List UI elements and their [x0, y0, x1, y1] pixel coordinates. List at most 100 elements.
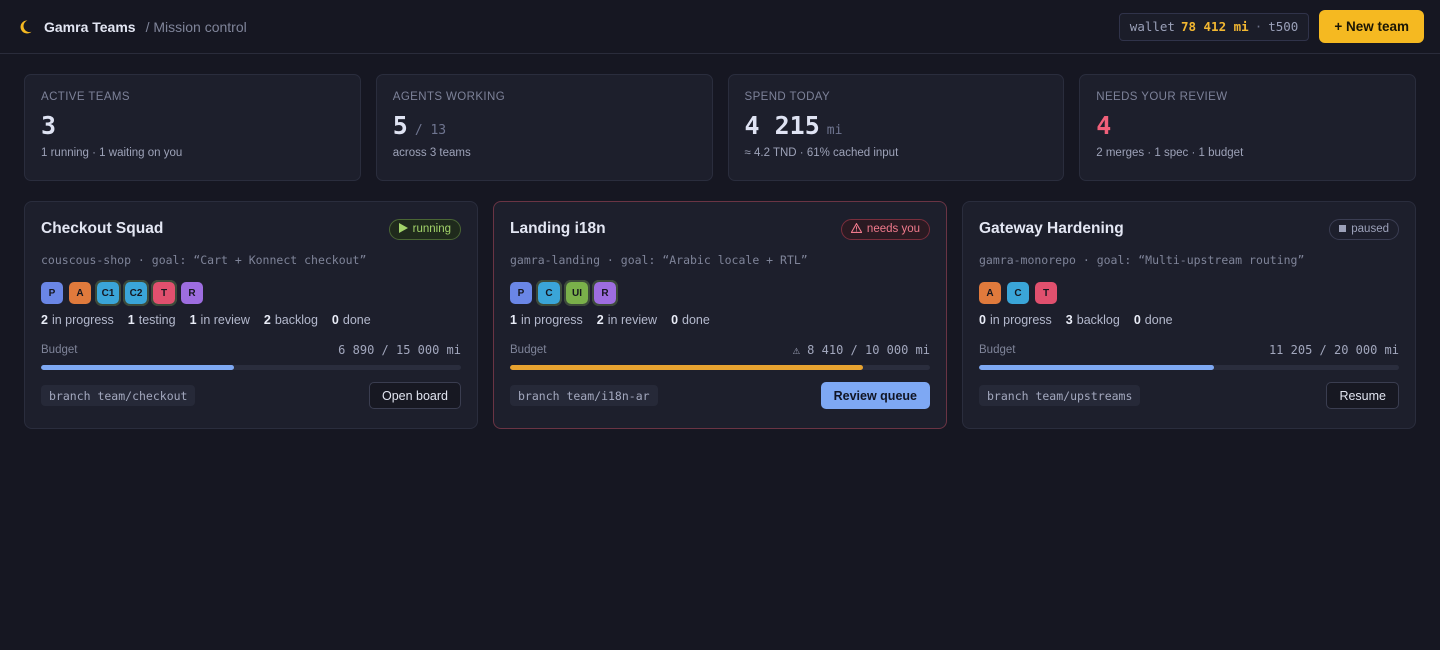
- team-title: Checkout Squad: [41, 220, 164, 237]
- stat-value: 4: [1096, 111, 1399, 141]
- team-cards: Checkout Squad running couscous-shop · g…: [0, 181, 1440, 429]
- task-count-number: 0: [671, 313, 679, 327]
- task-count-label: backlog: [274, 313, 318, 327]
- play-icon: [398, 222, 408, 236]
- agent-avatars: ACT: [979, 282, 1399, 304]
- agent-avatar[interactable]: C: [536, 280, 562, 306]
- resume-button[interactable]: Resume: [1326, 382, 1399, 409]
- task-count-label: in progress: [520, 313, 583, 327]
- budget-bar: [510, 365, 930, 370]
- task-count-label: in review: [200, 313, 250, 327]
- branch-tag: branch team/checkout: [41, 385, 196, 406]
- task-count-number: 2: [596, 313, 604, 327]
- task-count: 2 backlog: [264, 313, 318, 329]
- agent-avatar[interactable]: A: [979, 282, 1001, 304]
- stat-unit: / 13: [414, 123, 447, 138]
- status-badge: paused: [1329, 218, 1399, 240]
- open-board-button[interactable]: Open board: [368, 382, 461, 409]
- status-text: needs you: [866, 223, 920, 235]
- task-count-number: 1: [127, 313, 135, 327]
- status-text: running: [412, 223, 451, 235]
- agent-avatar[interactable]: R: [181, 282, 203, 304]
- budget-label: Budget: [41, 344, 78, 356]
- team-card-gateway-hardening[interactable]: Gateway Hardening paused gamra-monorepo …: [962, 201, 1416, 429]
- task-count-number: 0: [1133, 313, 1141, 327]
- task-count: 0 done: [332, 313, 371, 329]
- task-count: 1 testing: [128, 313, 176, 329]
- moon-icon: [17, 19, 33, 35]
- agent-avatar[interactable]: C2: [123, 280, 149, 306]
- task-count: 0 done: [1134, 313, 1173, 329]
- budget-bar-fill: [979, 365, 1215, 370]
- agent-avatar[interactable]: R: [592, 280, 618, 306]
- stat-label: Spend today: [744, 91, 831, 103]
- stat-unit: mi: [826, 123, 843, 138]
- branch-tag: branch team/upstreams: [979, 385, 1141, 406]
- task-counts: 0 in progress 3 backlog 0 done: [979, 313, 1399, 329]
- team-title: Landing i18n: [510, 220, 606, 237]
- task-count-number: 1: [510, 313, 517, 327]
- status-badge: needs you: [840, 218, 930, 240]
- agent-avatar[interactable]: C: [1007, 282, 1029, 304]
- task-count: 0 done: [671, 313, 710, 329]
- team-goal: gamra-landing · goal: “Arabic locale + R…: [510, 253, 808, 267]
- review-queue-button[interactable]: Review queue: [820, 382, 930, 409]
- agent-avatar[interactable]: A: [69, 282, 91, 304]
- budget-bar-fill: [510, 365, 864, 370]
- task-count-label: done: [1144, 313, 1173, 327]
- stat-needs-review[interactable]: Needs your review 4 2 merges · 1 spec · …: [1079, 74, 1416, 181]
- status-text: paused: [1351, 223, 1389, 235]
- wallet-balance: wallet 78 412 mi · t500: [1118, 12, 1310, 41]
- stat-number: 4: [1096, 111, 1112, 140]
- team-goal: gamra-monorepo · goal: “Multi-upstream r…: [979, 253, 1305, 267]
- budget-value: ⚠ 8 410 / 10 000 mi: [792, 343, 930, 357]
- stat-value: 4 215 mi: [745, 111, 1048, 141]
- stat-value: 3: [41, 111, 344, 141]
- team-card-landing-i18n[interactable]: Landing i18n needs you gamra-landing · g…: [493, 201, 947, 429]
- team-card-checkout-squad[interactable]: Checkout Squad running couscous-shop · g…: [24, 201, 478, 429]
- task-count: 0 in progress: [979, 313, 1052, 329]
- app-name: Gamra Teams: [44, 18, 136, 35]
- agent-avatar[interactable]: T: [151, 280, 177, 306]
- stats-row: Active teams 3 1 running · 1 waiting on …: [0, 54, 1440, 181]
- stat-label: Needs your review: [1096, 91, 1228, 103]
- stat-sub: across 3 teams: [392, 147, 471, 159]
- task-count-label: in review: [607, 313, 658, 327]
- budget-label: Budget: [979, 344, 1016, 356]
- stat-label: Active teams: [41, 91, 130, 103]
- task-count-label: done: [682, 313, 710, 327]
- task-count-label: done: [342, 313, 371, 327]
- stat-label: Agents working: [392, 91, 506, 103]
- new-team-button[interactable]: + New team: [1319, 10, 1424, 43]
- wallet-tier: t500: [1268, 19, 1299, 34]
- agent-avatar[interactable]: T: [1035, 282, 1057, 304]
- task-count-number: 2: [41, 313, 48, 327]
- stat-value: 5 / 13: [393, 111, 696, 141]
- task-count: 2 in review: [597, 313, 657, 329]
- stat-active-teams: Active teams 3 1 running · 1 waiting on …: [24, 74, 361, 181]
- task-count-number: 1: [189, 313, 197, 327]
- agent-avatar[interactable]: UI: [564, 280, 590, 306]
- task-counts: 1 in progress 2 in review 0 done: [510, 313, 930, 329]
- stat-number: 3: [41, 111, 57, 140]
- warning-icon: [850, 222, 863, 236]
- task-count-number: 3: [1065, 313, 1073, 327]
- task-count-label: in progress: [51, 313, 114, 327]
- task-count: 1 in progress: [510, 313, 583, 329]
- budget-bar: [979, 365, 1399, 370]
- team-title: Gateway Hardening: [979, 220, 1124, 237]
- task-count-label: backlog: [1076, 313, 1120, 327]
- breadcrumb: / Mission control: [145, 18, 247, 35]
- branch-tag: branch team/i18n-ar: [510, 385, 658, 406]
- wallet-amount: 78 412 mi: [1180, 19, 1249, 34]
- stat-sub: 2 merges · 1 spec · 1 budget: [1096, 147, 1244, 159]
- budget-bar: [41, 365, 461, 370]
- task-count-number: 0: [331, 313, 339, 327]
- top-bar: Gamra Teams / Mission control wallet 78 …: [0, 0, 1440, 54]
- wallet-label: wallet: [1129, 19, 1175, 34]
- agent-avatar[interactable]: P: [510, 282, 532, 304]
- agent-avatar[interactable]: P: [41, 282, 63, 304]
- agent-avatar[interactable]: C1: [95, 280, 121, 306]
- stat-spend-today: Spend today 4 215 mi ≈ 4.2 TND · 61% cach…: [727, 74, 1065, 181]
- wallet-separator: ·: [1254, 19, 1263, 34]
